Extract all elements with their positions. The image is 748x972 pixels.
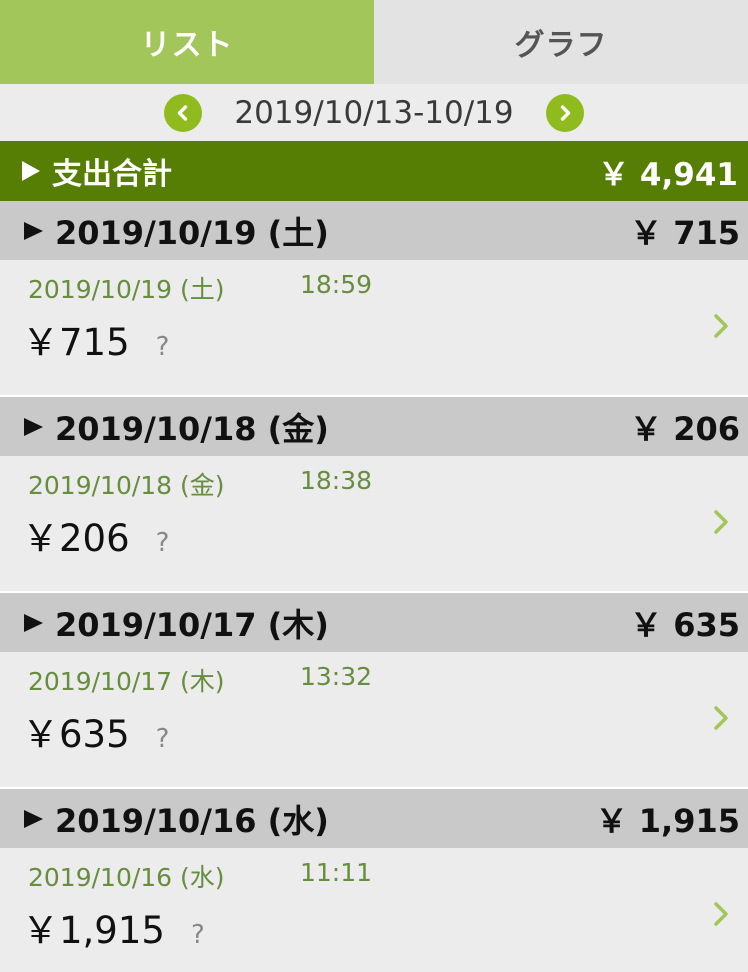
tab-bar: リスト グラフ bbox=[0, 0, 748, 84]
expense-entry-row[interactable]: 2019/10/16 (水) 11:11 ￥1,915 ? bbox=[0, 848, 748, 972]
day-date: 2019/10/17 (木) bbox=[55, 605, 329, 644]
triangle-right-icon bbox=[24, 221, 43, 240]
entry-meta: 2019/10/16 (水) 11:11 bbox=[28, 858, 372, 894]
entry-category: ? bbox=[155, 724, 170, 754]
entry-amount-row: ￥715 ? bbox=[22, 312, 169, 366]
chevron-right-icon bbox=[714, 706, 728, 730]
triangle-right-icon bbox=[24, 613, 43, 632]
expense-entry-row[interactable]: 2019/10/17 (木) 13:32 ￥635 ? bbox=[0, 652, 748, 789]
chevron-right-icon bbox=[714, 902, 728, 926]
day-header-left: 2019/10/17 (木) bbox=[24, 600, 329, 646]
day-header-left: 2019/10/19 (土) bbox=[24, 208, 329, 254]
triangle-right-icon bbox=[24, 809, 43, 828]
day-header[interactable]: 2019/10/19 (土) ￥ 715 bbox=[0, 201, 748, 260]
entry-date: 2019/10/18 (金) bbox=[28, 471, 225, 500]
entry-date: 2019/10/16 (水) bbox=[28, 863, 225, 892]
chevron-right-icon bbox=[714, 510, 728, 534]
entry-time: 13:32 bbox=[300, 662, 373, 691]
day-section: 2019/10/16 (水) ￥ 1,915 2019/10/16 (水) 11… bbox=[0, 789, 748, 972]
expense-total-label-group: 支出合計 bbox=[22, 149, 172, 193]
entry-meta: 2019/10/17 (木) 13:32 bbox=[28, 662, 372, 698]
expense-entry-row[interactable]: 2019/10/18 (金) 18:38 ￥206 ? bbox=[0, 456, 748, 593]
day-header[interactable]: 2019/10/18 (金) ￥ 206 bbox=[0, 397, 748, 456]
triangle-right-icon bbox=[22, 161, 40, 181]
day-date: 2019/10/18 (金) bbox=[55, 409, 329, 448]
day-header-left: 2019/10/16 (水) bbox=[24, 796, 329, 842]
triangle-right-icon bbox=[24, 417, 43, 436]
entry-amount: ￥1,915 bbox=[22, 909, 165, 952]
prev-week-button[interactable] bbox=[164, 93, 203, 132]
next-week-button[interactable] bbox=[545, 93, 584, 132]
entry-time: 11:11 bbox=[300, 858, 373, 887]
day-total: ￥ 715 bbox=[630, 213, 740, 252]
day-date: 2019/10/19 (土) bbox=[55, 213, 329, 252]
tab-list[interactable]: リスト bbox=[0, 0, 374, 84]
entry-amount-row: ￥206 ? bbox=[22, 508, 169, 562]
day-section: 2019/10/17 (木) ￥ 635 2019/10/17 (木) 13:3… bbox=[0, 593, 748, 789]
day-total: ￥ 1,915 bbox=[595, 801, 740, 840]
entry-category: ? bbox=[190, 920, 205, 950]
entry-amount-row: ￥1,915 ? bbox=[22, 900, 205, 954]
chevron-right-icon bbox=[714, 314, 728, 338]
expense-entry-row[interactable]: 2019/10/19 (土) 18:59 ￥715 ? bbox=[0, 260, 748, 397]
entry-meta: 2019/10/18 (金) 18:38 bbox=[28, 466, 372, 502]
day-total: ￥ 206 bbox=[630, 409, 740, 448]
entry-amount: ￥715 bbox=[22, 321, 130, 364]
expense-total-amount: ￥ 4,941 bbox=[598, 156, 738, 193]
entry-amount-row: ￥635 ? bbox=[22, 704, 169, 758]
entry-amount: ￥206 bbox=[22, 517, 130, 560]
day-header[interactable]: 2019/10/17 (木) ￥ 635 bbox=[0, 593, 748, 652]
day-header[interactable]: 2019/10/16 (水) ￥ 1,915 bbox=[0, 789, 748, 848]
chevron-right-icon bbox=[560, 104, 570, 121]
chevron-left-icon bbox=[178, 104, 188, 121]
entry-category: ? bbox=[155, 528, 170, 558]
entry-date: 2019/10/17 (木) bbox=[28, 667, 225, 696]
tab-graph[interactable]: グラフ bbox=[374, 0, 748, 84]
expense-total-bar[interactable]: 支出合計 ￥ 4,941 bbox=[0, 141, 748, 201]
day-header-left: 2019/10/18 (金) bbox=[24, 404, 329, 450]
entry-amount: ￥635 bbox=[22, 713, 130, 756]
entry-meta: 2019/10/19 (土) 18:59 bbox=[28, 270, 372, 306]
day-section: 2019/10/18 (金) ￥ 206 2019/10/18 (金) 18:3… bbox=[0, 397, 748, 593]
week-range-label: 2019/10/13-10/19 bbox=[234, 94, 514, 131]
entry-time: 18:38 bbox=[300, 466, 373, 495]
day-date: 2019/10/16 (水) bbox=[55, 801, 329, 840]
expense-total-label: 支出合計 bbox=[52, 157, 172, 192]
day-total: ￥ 635 bbox=[630, 605, 740, 644]
week-navigator: 2019/10/13-10/19 bbox=[0, 84, 748, 141]
day-section: 2019/10/19 (土) ￥ 715 2019/10/19 (土) 18:5… bbox=[0, 201, 748, 397]
app: リスト グラフ 2019/10/13-10/19 支出合計 ￥ 4,941 20… bbox=[0, 0, 748, 972]
entry-category: ? bbox=[155, 332, 170, 362]
entry-date: 2019/10/19 (土) bbox=[28, 275, 225, 304]
entry-time: 18:59 bbox=[300, 270, 373, 299]
